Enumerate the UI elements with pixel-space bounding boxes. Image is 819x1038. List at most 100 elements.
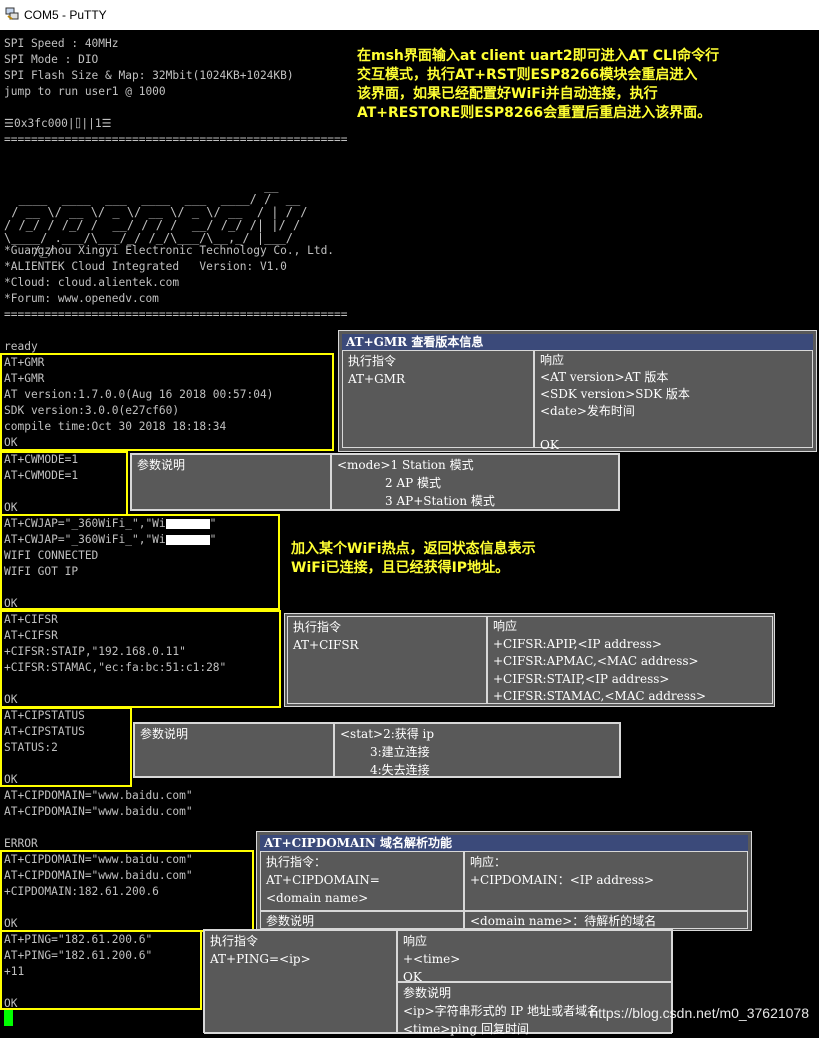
console-line: AT+PING="182.61.200.6" bbox=[4, 933, 153, 946]
terminal-cursor bbox=[4, 1010, 13, 1026]
note-line: 交互模式，执行AT+RST则ESP8266模块会重启进入 bbox=[357, 67, 698, 83]
cell-title: 参数说明 bbox=[137, 458, 186, 472]
console-line: STATUS:2 bbox=[4, 741, 58, 754]
note-line: WiFi已连接，且已经获得IP地址。 bbox=[291, 560, 510, 576]
cwjap-command-text: AT+CWJAP="_360WiFi_","Wi bbox=[4, 517, 166, 530]
console-line: AT version:1.7.0.0(Aug 16 2018 00:57:04) bbox=[4, 388, 274, 401]
table-cell: <mode>1 Station 模式 2 AP 模式 3 AP+Station … bbox=[331, 454, 619, 510]
table-cell: 执行指令 AT+PING=<ip> bbox=[204, 930, 397, 1034]
table-cell: 执行指令： AT+CIPDOMAIN= <domain name> bbox=[260, 851, 464, 911]
cell-value: <domain name>：待解析的域名 bbox=[470, 914, 657, 928]
cli-mode-note: 在msh界面输入at client uart2即可进入AT CLI命令行 交互模… bbox=[357, 47, 719, 123]
cell-title: 执行指令 bbox=[348, 354, 397, 368]
boot-line: SPI Mode : DIO bbox=[4, 53, 99, 66]
console-line: AT+CIPDOMAIN="www.baidu.com" bbox=[4, 805, 193, 818]
cell-value: AT+CIFSR bbox=[293, 638, 359, 652]
console-line: +CIFSR:STAMAC,"ec:fa:bc:51:c1:28" bbox=[4, 661, 227, 674]
console-line: AT+CIPDOMAIN="www.baidu.com" bbox=[4, 853, 193, 866]
note-line: 加入某个WiFi热点，返回状态信息表示 bbox=[291, 541, 536, 557]
cell-value: <date>发布时间 bbox=[540, 404, 635, 418]
console-line: SDK version:3.0.0(e27cf60) bbox=[4, 404, 180, 417]
window-titlebar: COM5 - PuTTY bbox=[0, 0, 819, 31]
note-line: AT+RESTORE则ESP8266会重置后重启进入该界面。 bbox=[357, 105, 712, 121]
cifsr-reference-table: 执行指令 AT+CIFSR 响应 +CIFSR:APIP,<IP address… bbox=[284, 613, 775, 707]
table-cell: <domain name>：待解析的域名 bbox=[464, 911, 748, 929]
table-header: AT+CIPDOMAIN 域名解析功能 bbox=[260, 835, 748, 851]
cwmode-reference-table: 参数说明 <mode>1 Station 模式 2 AP 模式 3 AP+Sta… bbox=[130, 453, 620, 511]
cell-title: 执行指令 bbox=[293, 620, 342, 634]
cwjap-quote: " bbox=[209, 517, 217, 530]
window-title: COM5 - PuTTY bbox=[24, 8, 107, 22]
console-line: WIFI CONNECTED bbox=[4, 549, 99, 562]
boot-line: SPI Speed : 40MHz bbox=[4, 37, 119, 50]
boot-line: jump to run user1 @ 1000 bbox=[4, 85, 166, 98]
cell-value: +CIFSR:STAIP,<IP address> bbox=[493, 671, 670, 686]
cell-value: AT+GMR bbox=[348, 372, 405, 386]
cipstatus-reference-table: 参数说明 <stat>2:获得 ip 3:建立连接 4:失去连接 bbox=[133, 722, 621, 778]
cwjap-command-text: AT+CWJAP="_360WiFi_","Wi bbox=[4, 533, 166, 546]
cell-value: <stat>2:获得 ip bbox=[340, 727, 435, 741]
table-header: AT+GMR 查看版本信息 bbox=[342, 334, 813, 350]
gmr-reference-table: AT+GMR 查看版本信息 执行指令 AT+GMR 响应 <AT version… bbox=[338, 330, 817, 452]
console-line: AT+CIPDOMAIN="www.baidu.com" bbox=[4, 869, 193, 882]
cell-title: 参数说明 bbox=[266, 914, 315, 928]
redacted-password-mask bbox=[165, 535, 210, 545]
note-line: 该界面，如果已经配置好WiFi并自动连接，执行 bbox=[357, 86, 658, 102]
console-line: AT+GMR bbox=[4, 372, 45, 385]
cell-value: +CIFSR:APMAC,<MAC address> bbox=[493, 654, 699, 668]
csdn-watermark: https://blog.csdn.net/m0_37621078 bbox=[590, 1005, 809, 1021]
cell-title: 执行指令： bbox=[266, 855, 327, 869]
cell-value: 3 AP+Station 模式 bbox=[385, 494, 495, 508]
table-cell: 参数说明 bbox=[131, 454, 331, 510]
console-line: AT+CIFSR bbox=[4, 629, 58, 642]
console-line: OK bbox=[4, 436, 18, 449]
cell-title: 响应： bbox=[470, 855, 507, 869]
putty-app-icon bbox=[5, 7, 19, 20]
console-line: AT+CIPSTATUS bbox=[4, 725, 85, 738]
console-line: OK bbox=[4, 693, 18, 706]
console-line: WIFI GOT IP bbox=[4, 565, 79, 578]
console-line: OK bbox=[4, 773, 18, 786]
console-line: AT+PING="182.61.200.6" bbox=[4, 949, 153, 962]
cell-title: 响应 bbox=[540, 353, 565, 367]
table-cell: 执行指令 AT+GMR bbox=[342, 350, 534, 448]
console-line: AT+CWMODE=1 bbox=[4, 469, 79, 482]
table-cell: 响应 <AT version>AT 版本 <SDK version>SDK 版本… bbox=[534, 350, 813, 452]
console-line: AT+CWJAP="_360WiFi_","Wi " bbox=[4, 516, 216, 532]
table-cell: 响应 +CIFSR:APIP,<IP address> +CIFSR:APMAC… bbox=[487, 616, 773, 704]
note-line: 在msh界面输入at client uart2即可进入AT CLI命令行 bbox=[357, 48, 720, 64]
cell-value: AT+PING=<ip> bbox=[210, 952, 311, 966]
redacted-password-mask bbox=[165, 519, 210, 529]
wifi-connect-note: 加入某个WiFi热点，返回状态信息表示 WiFi已连接，且已经获得IP地址。 bbox=[291, 540, 536, 578]
cell-value: AT+CIPDOMAIN= bbox=[266, 873, 380, 887]
console-line: compile time:Oct 30 2018 18:18:34 bbox=[4, 420, 227, 433]
console-line: AT+CWMODE=1 bbox=[4, 453, 79, 466]
boot-line: SPI Flash Size & Map: 32Mbit(1024KB+1024… bbox=[4, 69, 294, 82]
separator-line: ========================================… bbox=[4, 133, 348, 146]
cell-value: +CIPDOMAIN：<IP address> bbox=[470, 873, 655, 887]
cell-title: 参数说明 bbox=[403, 986, 452, 1000]
cell-value: +CIFSR:APIP,<IP address> bbox=[493, 636, 662, 651]
table-cell: 参数说明 bbox=[260, 911, 464, 929]
console-line: AT+CIPSTATUS bbox=[4, 709, 85, 722]
cell-value: <mode>1 Station 模式 bbox=[337, 458, 474, 472]
info-line: *Forum: www.openedv.com bbox=[4, 292, 159, 305]
cell-value: +CIFSR:STAMAC,<MAC address> bbox=[493, 689, 707, 703]
garbage-line: ☰0x3fc000|⌷||1☰ bbox=[4, 117, 112, 130]
console-line: +CIPDOMAIN:182.61.200.6 bbox=[4, 885, 159, 898]
cell-title: 响应 bbox=[493, 619, 518, 633]
console-line: +11 bbox=[4, 965, 25, 978]
info-line: *Cloud: cloud.alientek.com bbox=[4, 276, 180, 289]
info-line: *Guangzhou Xingyi Electronic Technology … bbox=[4, 244, 335, 257]
info-line: *ALIENTEK Cloud Integrated Version: V1.0 bbox=[4, 260, 287, 273]
console-line: AT+CIFSR bbox=[4, 613, 58, 626]
cell-value: 4:失去连接 bbox=[370, 763, 430, 777]
table-cell: 参数说明 bbox=[134, 723, 334, 777]
cell-value: <SDK version>SDK 版本 bbox=[540, 387, 690, 401]
cell-value: +<time> bbox=[403, 952, 461, 966]
table-cell: 执行指令 AT+CIFSR bbox=[287, 616, 487, 704]
cell-value: 3:建立连接 bbox=[370, 745, 430, 759]
cell-value: <domain name> bbox=[266, 891, 369, 905]
console-line: AT+GMR bbox=[4, 356, 45, 369]
terminal-area[interactable]: SPI Speed : 40MHz SPI Mode : DIO SPI Fla… bbox=[0, 30, 819, 1036]
